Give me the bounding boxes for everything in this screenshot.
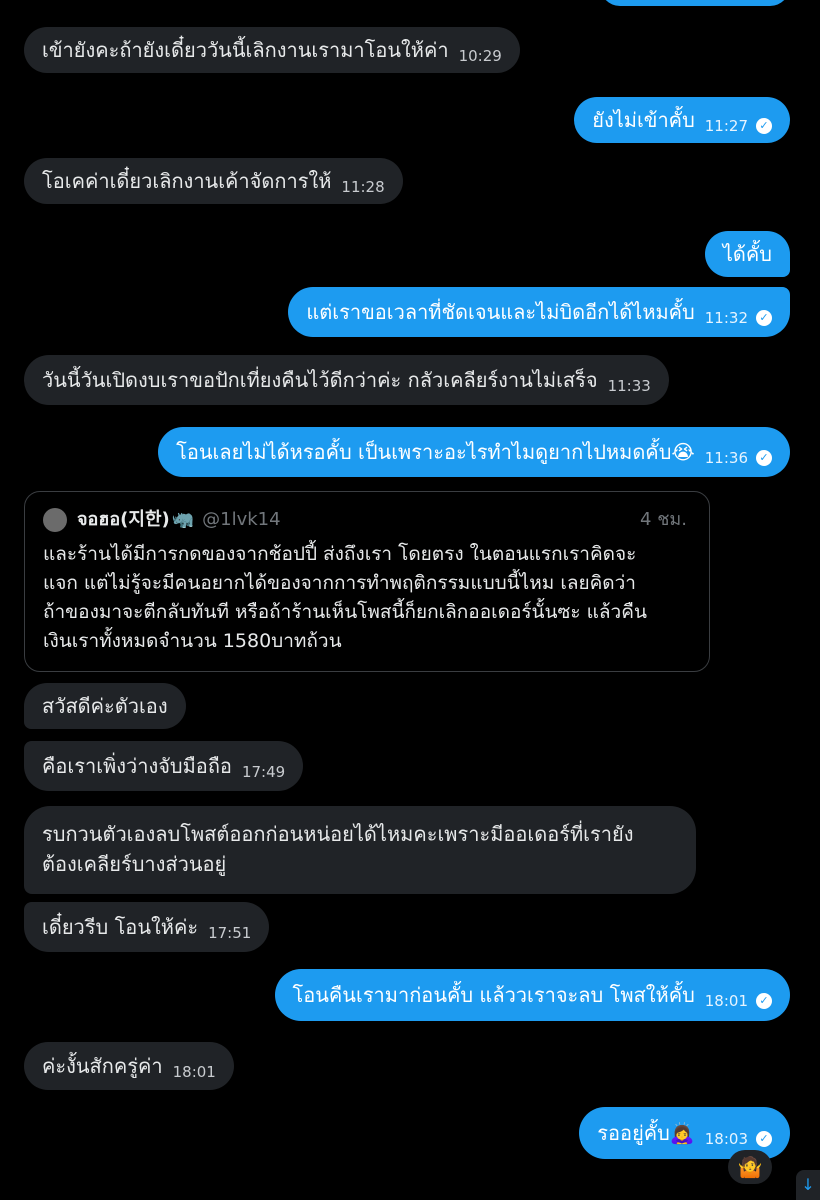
quoted-post-card[interactable]: จอฮอ(지한) 🦏 @1lvk14 4 ชม. และร้านได้มีการก… [24,491,710,672]
message-time: 18:01 [172,1063,216,1081]
read-check-icon: ✓ [756,450,772,466]
bowing-emoji: 🙇‍♀️ [669,1121,695,1145]
quoted-line: แจก แต่ไม่รู้จะมีคนอยากได้ของจากการทำพฤต… [43,572,636,594]
message-time: 11:33 [607,377,651,395]
message-text: โอเคค่าเดี๋ยวเลิกงานเค้าจัดการให้ [42,169,332,193]
incoming-message[interactable]: สวัสดีค่ะตัวเอง [24,683,186,729]
message-text: ค่ะงั้นสักครู่ค่า [42,1054,163,1078]
message-text: รออยู่คั้บ [597,1121,670,1145]
read-check-icon: ✓ [756,310,772,326]
message-time: 10:29 [458,47,502,65]
incoming-message[interactable]: เดี๋ยวรีบ โอนให้ค่ะ 17:51 [24,902,270,952]
outgoing-message[interactable]: ยังไม่เข้าคั้บ 11:27 ✓ [574,97,790,143]
message-text: ยังไม่เข้าคั้บ [592,108,695,132]
message-text: วันนี้วันเปิดงบเราขอปักเที่ยงคืนไว้ดีกว่… [42,368,598,392]
message-time: 11:27 [704,117,748,135]
outgoing-message[interactable]: โอนคืนเรามาก่อนคั้บ แล้ววเราจะลบ โพสให้ค… [274,969,790,1021]
message-text: โอนเลยไม่ได้หรอคั้บ เป็นเพราะอะไรทำไมดูย… [176,440,672,464]
incoming-message[interactable]: คือเราเพิ่งว่างจับมือถือ 17:49 [24,741,304,791]
message-text-line: ต้องเคลียร์บางส่วนอยู่ [42,852,227,876]
message-time: 17:49 [241,763,286,781]
incoming-message[interactable]: เข้ายังคะถ้ายังเดี๋ยววันนี้เลิกงานเรามาโ… [24,27,520,73]
read-check-icon: ✓ [756,993,772,1009]
quoted-line: เงินเราทั้งหมดจำนวน 1580บาทถ้วน [43,630,342,652]
quoted-post-body: และร้านได้มีการกดของจากช้อปปี้ ส่งถึงเรา… [43,540,691,656]
reaction-badge[interactable]: 🤷 [728,1150,772,1184]
rhino-emoji: 🦏 [171,509,195,530]
message-text: แต่เราขอเวลาที่ชัดเจนและไม่บิดอีกได้ไหมค… [306,300,695,324]
outgoing-message[interactable]: โอนเลยไม่ได้หรอคั้บ เป็นเพราะอะไรทำไมดูย… [158,427,790,477]
quoted-line: และร้านได้มีการกดของจากช้อปปี้ ส่งถึงเรา… [43,543,637,565]
post-age: 4 ชม. [640,509,687,530]
quoted-line: ถ้าของมาจะตีกลับทันที หรือถ้าร้านเห็นโพส… [43,601,647,623]
loudly-crying-emoji: 😭 [671,440,695,464]
scroll-down-icon[interactable]: ↓ [796,1170,820,1200]
incoming-message[interactable]: ค่ะงั้นสักครู่ค่า 18:01 [24,1042,234,1090]
quoted-post-header: จอฮอ(지한) 🦏 @1lvk14 4 ชม. [43,506,691,534]
message-text: เดี๋ยวรีบ โอนให้ค่ะ [42,915,199,939]
incoming-message[interactable]: วันนี้วันเปิดงบเราขอปักเที่ยงคืนไว้ดีกว่… [24,355,669,405]
read-check-icon: ✓ [756,118,772,134]
outgoing-bubble-cut [600,0,790,6]
author-name: จอฮอ(지한) [77,509,170,530]
read-check-icon: ✓ [756,1131,772,1147]
message-text: เข้ายังคะถ้ายังเดี๋ยววันนี้เลิกงานเรามาโ… [42,38,449,62]
message-time: 18:01 [704,992,748,1010]
message-time: 11:28 [341,178,385,196]
message-text-line: รบกวนตัวเองลบโพสต์ออกก่อนหน่อยได้ไหมคะเพ… [42,822,634,846]
message-time: 11:32 [704,309,748,327]
incoming-message[interactable]: โอเคค่าเดี๋ยวเลิกงานเค้าจัดการให้ 11:28 [24,158,403,204]
outgoing-message[interactable]: แต่เราขอเวลาที่ชัดเจนและไม่บิดอีกได้ไหมค… [288,287,790,337]
message-time: 18:03 [704,1130,748,1148]
message-time: 17:51 [208,924,252,942]
avatar [43,508,67,532]
message-text: สวัสดีค่ะตัวเอง [42,694,168,718]
reaction-emoji: 🤷 [737,1155,763,1179]
outgoing-message[interactable]: ได้คั้บ [704,231,790,277]
incoming-message[interactable]: รบกวนตัวเองลบโพสต์ออกก่อนหน่อยได้ไหมคะเพ… [24,806,696,894]
message-text: คือเราเพิ่งว่างจับมือถือ [42,754,232,778]
message-text: โอนคืนเรามาก่อนคั้บ แล้ววเราจะลบ โพสให้ค… [292,983,695,1007]
message-time: 11:36 [704,449,748,467]
author-handle: @1lvk14 [202,509,281,530]
message-text: ได้คั้บ [722,242,772,266]
